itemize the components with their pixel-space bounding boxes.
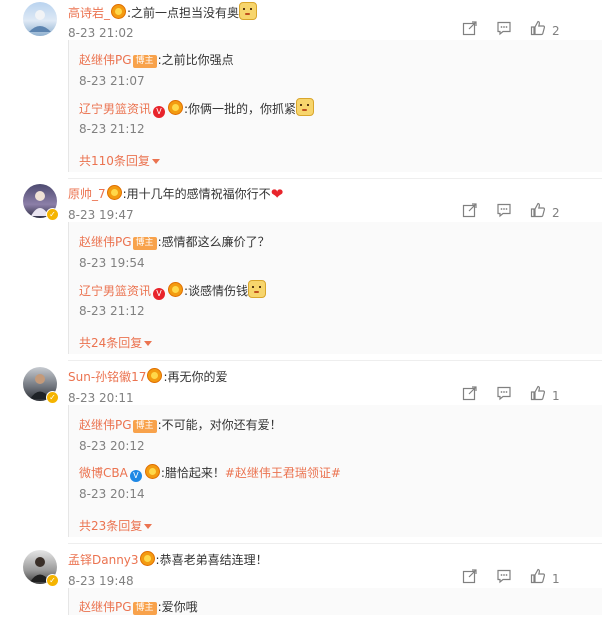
reply-text: :不可能，对你还有爱！ — [157, 418, 282, 432]
reply-time: 8-23 20:12 — [79, 439, 145, 453]
comment-text: :之前一点担当没有奥 — [127, 6, 240, 20]
fan-medal-icon — [111, 4, 127, 19]
reply-text: :之前比你强点 — [157, 53, 234, 67]
comment-text: :再无你的爱 — [163, 370, 228, 384]
reply-username[interactable]: 赵继伟PG — [79, 53, 132, 67]
comment-text: :恭喜老弟喜结连理！ — [155, 553, 268, 567]
reply-username[interactable]: 辽宁男篮资讯 — [79, 284, 151, 298]
chevron-down-icon — [144, 524, 153, 529]
comment-username[interactable]: 高诗岩_ — [68, 6, 110, 20]
verified-badge-icon: ✓ — [46, 391, 59, 404]
heart-emoji-icon: ❤ — [270, 185, 284, 203]
comment-username[interactable]: Sun-孙铭徽17 — [68, 370, 146, 384]
like-icon[interactable] — [530, 202, 546, 224]
reply-username[interactable]: 赵继伟PG — [79, 600, 132, 614]
comment-text: :用十几年的感情祝福你行不 — [122, 187, 271, 201]
reply-username[interactable]: 辽宁男篮资讯 — [79, 102, 151, 116]
host-badge: 博主 — [132, 237, 157, 250]
like-count: 2 — [552, 206, 560, 220]
reply-time: 8-23 21:12 — [79, 304, 145, 318]
host-badge: 博主 — [132, 55, 157, 68]
divider — [68, 543, 602, 544]
reply-text: :爱你哦 — [157, 600, 198, 614]
verified-red-icon: V — [153, 288, 166, 300]
share-icon[interactable] — [462, 568, 478, 590]
reply-time: 8-23 20:14 — [79, 487, 145, 501]
host-badge: 博主 — [132, 420, 157, 433]
fan-medal-icon — [139, 551, 155, 566]
like-icon[interactable] — [530, 568, 546, 590]
reply-list: 赵继伟PG 博主:之前比你强点 8-23 21:07 辽宁男篮资讯 V :你俩一批的，… — [68, 40, 602, 172]
verified-badge-icon: ✓ — [46, 574, 59, 587]
like-count: 2 — [552, 24, 560, 38]
divider — [68, 360, 602, 361]
share-icon[interactable] — [462, 202, 478, 224]
comment-line: Sun-孙铭徽17 :再无你的爱 — [68, 367, 227, 387]
verified-blue-icon: V — [129, 470, 142, 482]
comment-actions: 1 — [462, 385, 602, 407]
comment-icon[interactable] — [496, 20, 512, 42]
reply-text: :感情都这么廉价了？ — [157, 235, 270, 249]
reply-username[interactable]: 微博CBA — [79, 466, 128, 480]
comment-time: 8-23 19:48 — [68, 574, 134, 588]
like-count: 1 — [552, 389, 560, 403]
reply-text: :腊恰起来！ — [160, 466, 225, 480]
avatar[interactable] — [23, 2, 57, 36]
comment: ✓ 原帅_7 :用十几年的感情祝福你行不❤ 8-23 19:47 2 赵继伟PG 博… — [0, 184, 602, 364]
comment-actions: 2 — [462, 20, 602, 42]
comment-line: 孟铎Danny3 :恭喜老弟喜结连理！ — [68, 550, 268, 570]
comment-time: 8-23 19:47 — [68, 208, 134, 222]
share-icon[interactable] — [462, 385, 478, 407]
fan-medal-icon — [168, 100, 184, 115]
comment: ✓ Sun-孙铭徽17 :再无你的爱 8-23 20:11 1 赵继伟PG 博主:不… — [0, 367, 602, 547]
comment-actions: 1 — [462, 568, 602, 590]
comment-line: 原帅_7 :用十几年的感情祝福你行不❤ — [68, 184, 283, 204]
reply-username[interactable]: 赵继伟PG — [79, 235, 132, 249]
reply-list: 赵继伟PG 博主:感情都这么廉价了？ 8-23 19:54 辽宁男篮资讯 V :谈感情… — [68, 222, 602, 354]
verified-badge-icon: ✓ — [46, 208, 59, 221]
reply-text: :你俩一批的，你抓紧 — [184, 102, 297, 116]
reply-username[interactable]: 赵继伟PG — [79, 418, 132, 432]
share-icon[interactable] — [462, 20, 478, 42]
reply-list: 赵继伟PG 博主:爱你哦 — [68, 588, 602, 615]
chevron-down-icon — [144, 341, 153, 346]
comment: ✓ 孟铎Danny3 :恭喜老弟喜结连理！ 8-23 19:48 1 赵继伟PG 博… — [0, 550, 602, 615]
chevron-down-icon — [151, 159, 160, 164]
fan-medal-icon — [147, 368, 163, 383]
comment-time: 8-23 21:02 — [68, 26, 134, 40]
hashtag-link[interactable]: #赵继伟王君瑞领证# — [225, 466, 341, 480]
fan-medal-icon — [168, 282, 184, 297]
comment: 高诗岩_ :之前一点担当没有奥 8-23 21:02 2 赵继伟PG 博主:之前比你… — [0, 2, 602, 182]
fan-medal-icon — [106, 185, 122, 200]
reply-time: 8-23 21:12 — [79, 122, 145, 136]
like-icon[interactable] — [530, 20, 546, 42]
more-replies-link[interactable]: 共110条回复 — [79, 152, 160, 169]
comment-actions: 2 — [462, 202, 602, 224]
like-icon[interactable] — [530, 385, 546, 407]
comment-icon[interactable] — [496, 202, 512, 224]
comment-icon[interactable] — [496, 385, 512, 407]
reply-text: :谈感情伤钱 — [184, 284, 249, 298]
host-badge: 博主 — [132, 602, 157, 615]
divider — [68, 178, 602, 179]
doge-emoji-icon — [239, 2, 258, 20]
more-replies-link[interactable]: 共23条回复 — [79, 517, 153, 534]
avatar-image-icon — [29, 10, 51, 32]
comment-icon[interactable] — [496, 568, 512, 590]
reply-time: 8-23 21:07 — [79, 74, 145, 88]
verified-red-icon: V — [153, 106, 166, 118]
reply-time: 8-23 19:54 — [79, 256, 145, 270]
doge-emoji-icon — [248, 280, 267, 298]
more-replies-link[interactable]: 共24条回复 — [79, 334, 153, 351]
comment-line: 高诗岩_ :之前一点担当没有奥 — [68, 2, 258, 22]
fan-medal-icon — [144, 464, 160, 479]
reply-list: 赵继伟PG 博主:不可能，对你还有爱！ 8-23 20:12 微博CBA V :腊恰起… — [68, 405, 602, 537]
doge-emoji-icon — [296, 98, 315, 116]
comment-username[interactable]: 孟铎Danny3 — [68, 553, 139, 567]
like-count: 1 — [552, 572, 560, 586]
comment-time: 8-23 20:11 — [68, 391, 134, 405]
comment-username[interactable]: 原帅_7 — [68, 187, 106, 201]
